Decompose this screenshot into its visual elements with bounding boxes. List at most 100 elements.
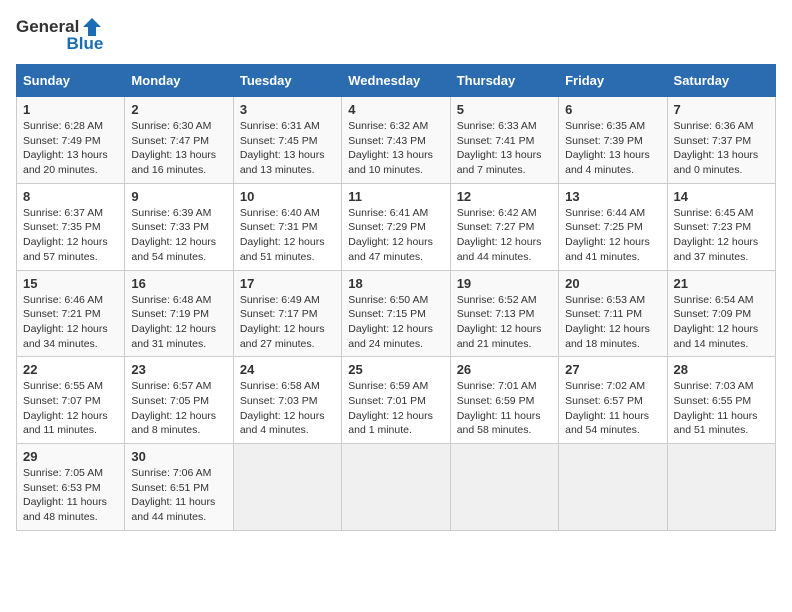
day-number: 12 — [457, 189, 552, 204]
calendar-cell — [342, 444, 450, 531]
day-info: Sunrise: 6:53 AM Sunset: 7:11 PM Dayligh… — [565, 293, 660, 352]
weekday-header-wednesday: Wednesday — [342, 65, 450, 97]
calendar-cell: 14 Sunrise: 6:45 AM Sunset: 7:23 PM Dayl… — [667, 183, 775, 270]
calendar-cell: 9 Sunrise: 6:39 AM Sunset: 7:33 PM Dayli… — [125, 183, 233, 270]
day-info: Sunrise: 6:31 AM Sunset: 7:45 PM Dayligh… — [240, 119, 335, 178]
calendar-cell: 21 Sunrise: 6:54 AM Sunset: 7:09 PM Dayl… — [667, 270, 775, 357]
calendar-cell: 15 Sunrise: 6:46 AM Sunset: 7:21 PM Dayl… — [17, 270, 125, 357]
calendar-cell: 26 Sunrise: 7:01 AM Sunset: 6:59 PM Dayl… — [450, 357, 558, 444]
day-number: 1 — [23, 102, 118, 117]
day-number: 14 — [674, 189, 769, 204]
day-info: Sunrise: 7:01 AM Sunset: 6:59 PM Dayligh… — [457, 379, 552, 438]
day-number: 20 — [565, 276, 660, 291]
day-number: 4 — [348, 102, 443, 117]
day-number: 24 — [240, 362, 335, 377]
day-number: 23 — [131, 362, 226, 377]
day-info: Sunrise: 6:49 AM Sunset: 7:17 PM Dayligh… — [240, 293, 335, 352]
day-info: Sunrise: 6:32 AM Sunset: 7:43 PM Dayligh… — [348, 119, 443, 178]
calendar-cell: 22 Sunrise: 6:55 AM Sunset: 7:07 PM Dayl… — [17, 357, 125, 444]
calendar-cell: 1 Sunrise: 6:28 AM Sunset: 7:49 PM Dayli… — [17, 97, 125, 184]
day-number: 29 — [23, 449, 118, 464]
calendar-cell: 18 Sunrise: 6:50 AM Sunset: 7:15 PM Dayl… — [342, 270, 450, 357]
calendar-cell — [450, 444, 558, 531]
day-number: 7 — [674, 102, 769, 117]
calendar-cell — [233, 444, 341, 531]
calendar: SundayMondayTuesdayWednesdayThursdayFrid… — [16, 64, 776, 531]
weekday-header-thursday: Thursday — [450, 65, 558, 97]
weekday-header-sunday: Sunday — [17, 65, 125, 97]
day-info: Sunrise: 7:02 AM Sunset: 6:57 PM Dayligh… — [565, 379, 660, 438]
calendar-cell: 23 Sunrise: 6:57 AM Sunset: 7:05 PM Dayl… — [125, 357, 233, 444]
day-info: Sunrise: 6:46 AM Sunset: 7:21 PM Dayligh… — [23, 293, 118, 352]
calendar-cell: 29 Sunrise: 7:05 AM Sunset: 6:53 PM Dayl… — [17, 444, 125, 531]
day-info: Sunrise: 6:30 AM Sunset: 7:47 PM Dayligh… — [131, 119, 226, 178]
day-number: 30 — [131, 449, 226, 464]
day-info: Sunrise: 6:28 AM Sunset: 7:49 PM Dayligh… — [23, 119, 118, 178]
calendar-cell — [559, 444, 667, 531]
day-info: Sunrise: 7:03 AM Sunset: 6:55 PM Dayligh… — [674, 379, 769, 438]
calendar-cell: 19 Sunrise: 6:52 AM Sunset: 7:13 PM Dayl… — [450, 270, 558, 357]
calendar-cell: 16 Sunrise: 6:48 AM Sunset: 7:19 PM Dayl… — [125, 270, 233, 357]
day-info: Sunrise: 6:57 AM Sunset: 7:05 PM Dayligh… — [131, 379, 226, 438]
day-number: 3 — [240, 102, 335, 117]
calendar-cell: 11 Sunrise: 6:41 AM Sunset: 7:29 PM Dayl… — [342, 183, 450, 270]
day-number: 11 — [348, 189, 443, 204]
day-info: Sunrise: 6:44 AM Sunset: 7:25 PM Dayligh… — [565, 206, 660, 265]
day-info: Sunrise: 6:33 AM Sunset: 7:41 PM Dayligh… — [457, 119, 552, 178]
calendar-cell: 5 Sunrise: 6:33 AM Sunset: 7:41 PM Dayli… — [450, 97, 558, 184]
calendar-cell: 25 Sunrise: 6:59 AM Sunset: 7:01 PM Dayl… — [342, 357, 450, 444]
day-info: Sunrise: 6:54 AM Sunset: 7:09 PM Dayligh… — [674, 293, 769, 352]
day-number: 10 — [240, 189, 335, 204]
day-info: Sunrise: 6:42 AM Sunset: 7:27 PM Dayligh… — [457, 206, 552, 265]
calendar-cell: 30 Sunrise: 7:06 AM Sunset: 6:51 PM Dayl… — [125, 444, 233, 531]
calendar-cell: 24 Sunrise: 6:58 AM Sunset: 7:03 PM Dayl… — [233, 357, 341, 444]
day-number: 28 — [674, 362, 769, 377]
calendar-cell: 6 Sunrise: 6:35 AM Sunset: 7:39 PM Dayli… — [559, 97, 667, 184]
logo-blue: Blue — [66, 34, 103, 54]
day-number: 9 — [131, 189, 226, 204]
day-number: 25 — [348, 362, 443, 377]
calendar-cell: 20 Sunrise: 6:53 AM Sunset: 7:11 PM Dayl… — [559, 270, 667, 357]
day-number: 22 — [23, 362, 118, 377]
day-info: Sunrise: 6:37 AM Sunset: 7:35 PM Dayligh… — [23, 206, 118, 265]
calendar-cell: 7 Sunrise: 6:36 AM Sunset: 7:37 PM Dayli… — [667, 97, 775, 184]
logo: General Blue — [16, 16, 103, 54]
day-info: Sunrise: 6:50 AM Sunset: 7:15 PM Dayligh… — [348, 293, 443, 352]
day-info: Sunrise: 7:06 AM Sunset: 6:51 PM Dayligh… — [131, 466, 226, 525]
day-number: 8 — [23, 189, 118, 204]
day-number: 26 — [457, 362, 552, 377]
day-number: 16 — [131, 276, 226, 291]
weekday-header-tuesday: Tuesday — [233, 65, 341, 97]
day-info: Sunrise: 6:39 AM Sunset: 7:33 PM Dayligh… — [131, 206, 226, 265]
day-info: Sunrise: 6:48 AM Sunset: 7:19 PM Dayligh… — [131, 293, 226, 352]
calendar-cell: 10 Sunrise: 6:40 AM Sunset: 7:31 PM Dayl… — [233, 183, 341, 270]
calendar-cell: 8 Sunrise: 6:37 AM Sunset: 7:35 PM Dayli… — [17, 183, 125, 270]
calendar-cell: 13 Sunrise: 6:44 AM Sunset: 7:25 PM Dayl… — [559, 183, 667, 270]
day-number: 13 — [565, 189, 660, 204]
calendar-cell: 12 Sunrise: 6:42 AM Sunset: 7:27 PM Dayl… — [450, 183, 558, 270]
day-info: Sunrise: 6:55 AM Sunset: 7:07 PM Dayligh… — [23, 379, 118, 438]
day-info: Sunrise: 6:40 AM Sunset: 7:31 PM Dayligh… — [240, 206, 335, 265]
calendar-cell: 3 Sunrise: 6:31 AM Sunset: 7:45 PM Dayli… — [233, 97, 341, 184]
day-info: Sunrise: 6:59 AM Sunset: 7:01 PM Dayligh… — [348, 379, 443, 438]
day-info: Sunrise: 6:35 AM Sunset: 7:39 PM Dayligh… — [565, 119, 660, 178]
calendar-cell: 2 Sunrise: 6:30 AM Sunset: 7:47 PM Dayli… — [125, 97, 233, 184]
day-number: 17 — [240, 276, 335, 291]
calendar-cell: 27 Sunrise: 7:02 AM Sunset: 6:57 PM Dayl… — [559, 357, 667, 444]
weekday-header-saturday: Saturday — [667, 65, 775, 97]
day-number: 15 — [23, 276, 118, 291]
day-number: 5 — [457, 102, 552, 117]
day-number: 2 — [131, 102, 226, 117]
day-info: Sunrise: 6:58 AM Sunset: 7:03 PM Dayligh… — [240, 379, 335, 438]
calendar-cell — [667, 444, 775, 531]
day-number: 18 — [348, 276, 443, 291]
weekday-header-monday: Monday — [125, 65, 233, 97]
day-info: Sunrise: 6:36 AM Sunset: 7:37 PM Dayligh… — [674, 119, 769, 178]
day-info: Sunrise: 6:52 AM Sunset: 7:13 PM Dayligh… — [457, 293, 552, 352]
day-info: Sunrise: 7:05 AM Sunset: 6:53 PM Dayligh… — [23, 466, 118, 525]
calendar-cell: 28 Sunrise: 7:03 AM Sunset: 6:55 PM Dayl… — [667, 357, 775, 444]
day-number: 6 — [565, 102, 660, 117]
weekday-header-friday: Friday — [559, 65, 667, 97]
day-number: 21 — [674, 276, 769, 291]
day-info: Sunrise: 6:45 AM Sunset: 7:23 PM Dayligh… — [674, 206, 769, 265]
